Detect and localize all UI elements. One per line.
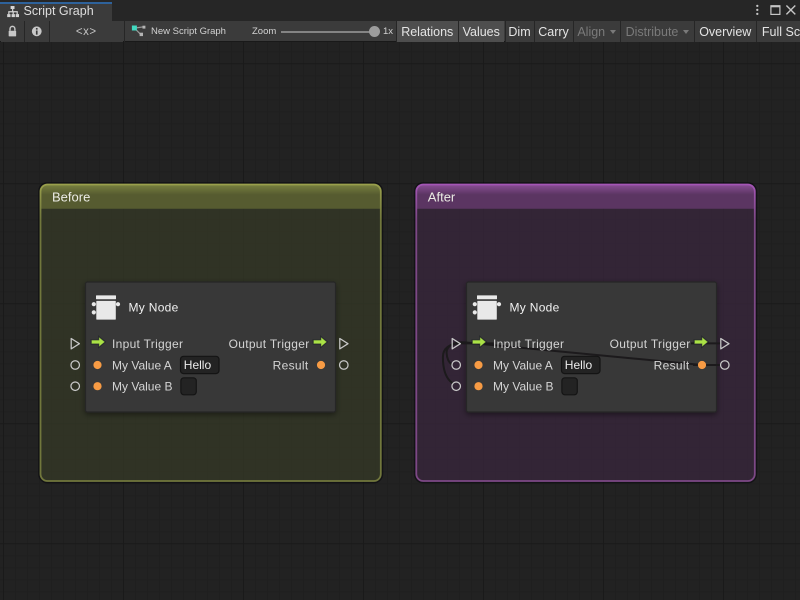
svg-text:Output Trigger: Output Trigger (610, 337, 691, 351)
svg-text:Before: Before (52, 189, 90, 204)
svg-text:Output Trigger: Output Trigger (229, 337, 310, 351)
svg-text:Input Trigger: Input Trigger (112, 337, 183, 351)
svg-text:Hello: Hello (565, 358, 593, 372)
svg-text:My Value B: My Value B (112, 380, 172, 394)
svg-text:My Node: My Node (510, 301, 560, 315)
svg-text:My Value B: My Value B (493, 380, 553, 394)
svg-text:My Value A: My Value A (112, 358, 172, 372)
svg-text:My Value A: My Value A (493, 358, 553, 372)
svg-text:Input Trigger: Input Trigger (493, 337, 564, 351)
svg-text:Result: Result (273, 358, 309, 372)
svg-text:After: After (428, 189, 456, 204)
svg-text:My Node: My Node (129, 301, 179, 315)
svg-text:Hello: Hello (184, 358, 212, 372)
svg-text:Result: Result (654, 358, 690, 372)
